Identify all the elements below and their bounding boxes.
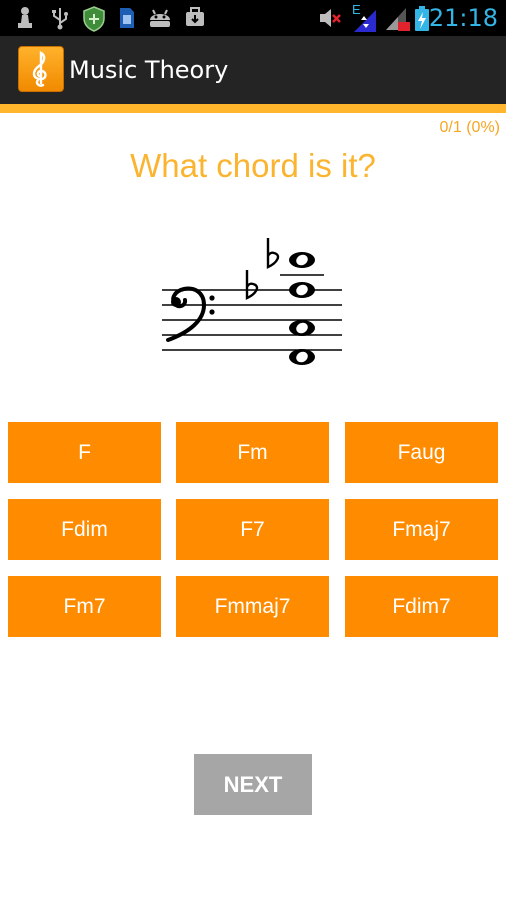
bass-clef-icon bbox=[166, 286, 215, 342]
chord-option-fm[interactable]: Fm bbox=[176, 422, 329, 483]
app-icon[interactable] bbox=[18, 46, 64, 92]
status-bar: E 21:18 bbox=[0, 0, 506, 36]
chord-option-faug[interactable]: Faug bbox=[345, 422, 498, 483]
flat-sign-icon bbox=[245, 270, 259, 300]
data-arrows-icon bbox=[354, 10, 376, 32]
mute-icon bbox=[320, 9, 341, 27]
status-time: 21:18 bbox=[428, 4, 498, 32]
battery-charging-icon bbox=[415, 6, 429, 31]
whole-note-icon bbox=[289, 252, 315, 268]
data-network-icon: E bbox=[352, 2, 378, 34]
whole-note-icon bbox=[289, 320, 315, 336]
signal-icon bbox=[386, 8, 410, 31]
app-title: Music Theory bbox=[69, 56, 229, 84]
android-icon bbox=[150, 9, 170, 27]
treble-clef-icon bbox=[32, 51, 47, 87]
flat-sign-icon bbox=[266, 238, 280, 269]
chord-option-f7[interactable]: F7 bbox=[176, 499, 329, 560]
shield-icon bbox=[83, 6, 105, 32]
chord-staff bbox=[162, 238, 342, 365]
chess-pawn-icon bbox=[18, 7, 32, 28]
whole-note-icon bbox=[289, 282, 315, 298]
action-bar-accent bbox=[0, 104, 506, 113]
quiz-progress: 0/1 (0%) bbox=[439, 119, 500, 136]
chord-option-fmmaj7[interactable]: Fmmaj7 bbox=[176, 576, 329, 637]
usb-icon bbox=[52, 8, 68, 30]
chord-option-f[interactable]: F bbox=[8, 422, 161, 483]
chord-option-fmaj7[interactable]: Fmaj7 bbox=[345, 499, 498, 560]
question-text: What chord is it? bbox=[130, 147, 376, 184]
whole-note-icon bbox=[289, 349, 315, 365]
chord-option-fdim7[interactable]: Fdim7 bbox=[345, 576, 498, 637]
chord-option-fdim[interactable]: Fdim bbox=[8, 499, 161, 560]
next-button[interactable]: NEXT bbox=[194, 754, 312, 815]
staff-lines bbox=[162, 289, 342, 351]
briefcase-icon bbox=[186, 7, 204, 26]
chord-option-fm7[interactable]: Fm7 bbox=[8, 576, 161, 637]
action-bar: Music Theory bbox=[0, 36, 506, 104]
sim-icon bbox=[120, 8, 134, 28]
